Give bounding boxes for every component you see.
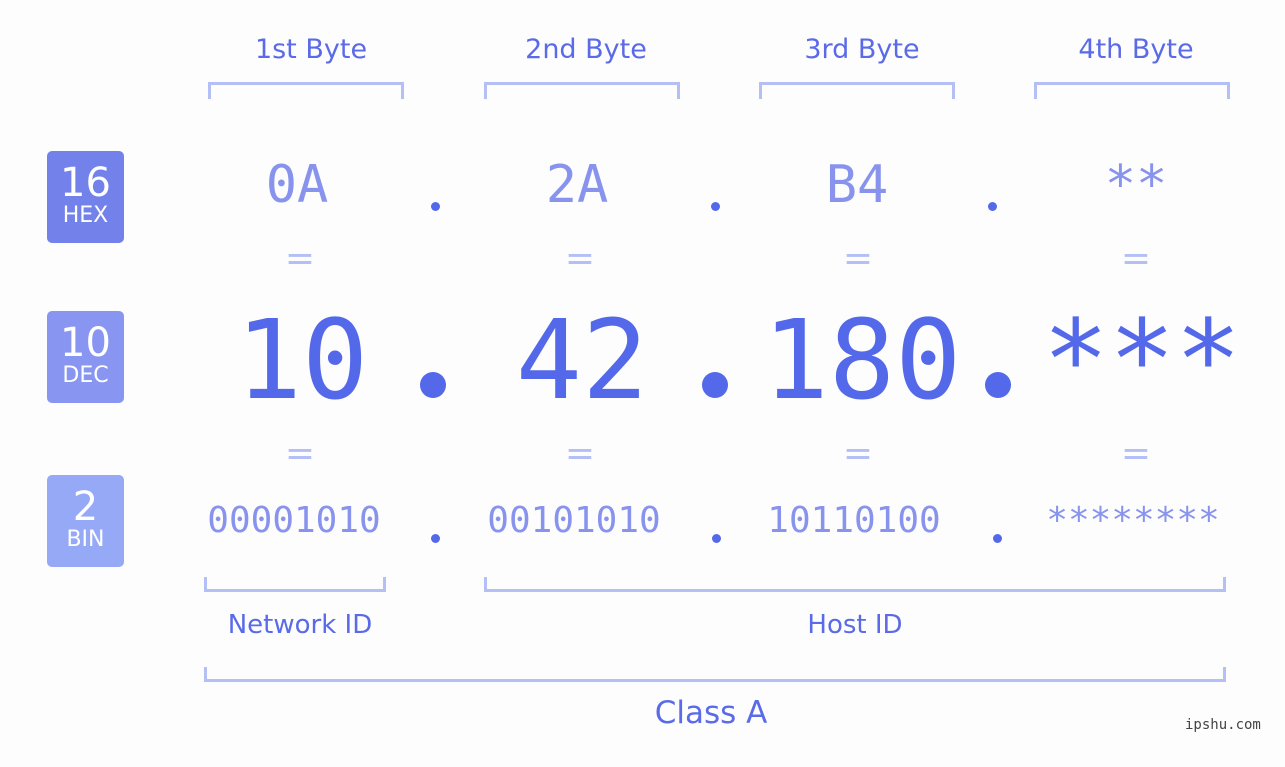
header-byte-4: 4th Byte: [1078, 34, 1194, 65]
equals-dec-bin-4: =: [1120, 433, 1152, 474]
bracket-byte-4: [1034, 82, 1230, 99]
header-byte-3: 3rd Byte: [804, 34, 920, 65]
dec-byte-4: ***: [1042, 296, 1242, 424]
bin-dot-3: [993, 534, 1002, 543]
hex-dot-3: [988, 202, 997, 211]
watermark: ipshu.com: [1185, 717, 1261, 733]
equals-hex-dec-2: =: [564, 238, 596, 279]
hex-byte-2: 2A: [545, 155, 609, 215]
host-id-bracket: [484, 577, 1226, 592]
dec-badge: 10 DEC: [47, 311, 124, 403]
equals-hex-dec-1: =: [284, 238, 316, 279]
bin-byte-3: 10110100: [767, 500, 941, 541]
hex-byte-3: B4: [825, 155, 889, 215]
dec-byte-1: 10: [235, 296, 369, 424]
bin-dot-1: [431, 534, 440, 543]
hex-byte-4: **: [1104, 155, 1168, 215]
equals-dec-bin-2: =: [564, 433, 596, 474]
dec-dot-1: [420, 372, 446, 398]
dec-badge-number: 10: [60, 320, 111, 366]
equals-hex-dec-3: =: [842, 238, 874, 279]
dec-dot-3: [985, 372, 1011, 398]
hex-badge: 16 HEX: [47, 151, 124, 243]
header-byte-1: 1st Byte: [254, 34, 368, 65]
bin-byte-4: ********: [1046, 500, 1220, 541]
dec-byte-2: 42: [515, 296, 649, 424]
hex-badge-label: HEX: [62, 203, 109, 228]
class-bracket: [204, 667, 1226, 682]
bracket-byte-3: [759, 82, 955, 99]
bin-badge-number: 2: [72, 484, 99, 530]
network-id-bracket: [204, 577, 386, 592]
dec-dot-2: [702, 372, 728, 398]
bin-badge: 2 BIN: [47, 475, 124, 567]
header-byte-2: 2nd Byte: [525, 34, 647, 65]
dec-badge-label: DEC: [62, 363, 109, 388]
bin-byte-1: 00001010: [207, 500, 381, 541]
class-label: Class A: [654, 695, 768, 731]
equals-dec-bin-1: =: [284, 433, 316, 474]
bracket-byte-2: [484, 82, 680, 99]
bin-byte-2: 00101010: [487, 500, 661, 541]
hex-badge-number: 16: [60, 160, 111, 206]
host-id-label: Host ID: [807, 610, 903, 640]
network-id-label: Network ID: [227, 610, 373, 640]
hex-dot-2: [711, 202, 720, 211]
equals-dec-bin-3: =: [842, 433, 874, 474]
dec-byte-3: 180: [762, 296, 962, 424]
bin-badge-label: BIN: [66, 527, 105, 552]
equals-hex-dec-4: =: [1120, 238, 1152, 279]
hex-dot-1: [431, 202, 440, 211]
bin-dot-2: [712, 534, 721, 543]
hex-byte-1: 0A: [265, 155, 329, 215]
bracket-byte-1: [208, 82, 404, 99]
